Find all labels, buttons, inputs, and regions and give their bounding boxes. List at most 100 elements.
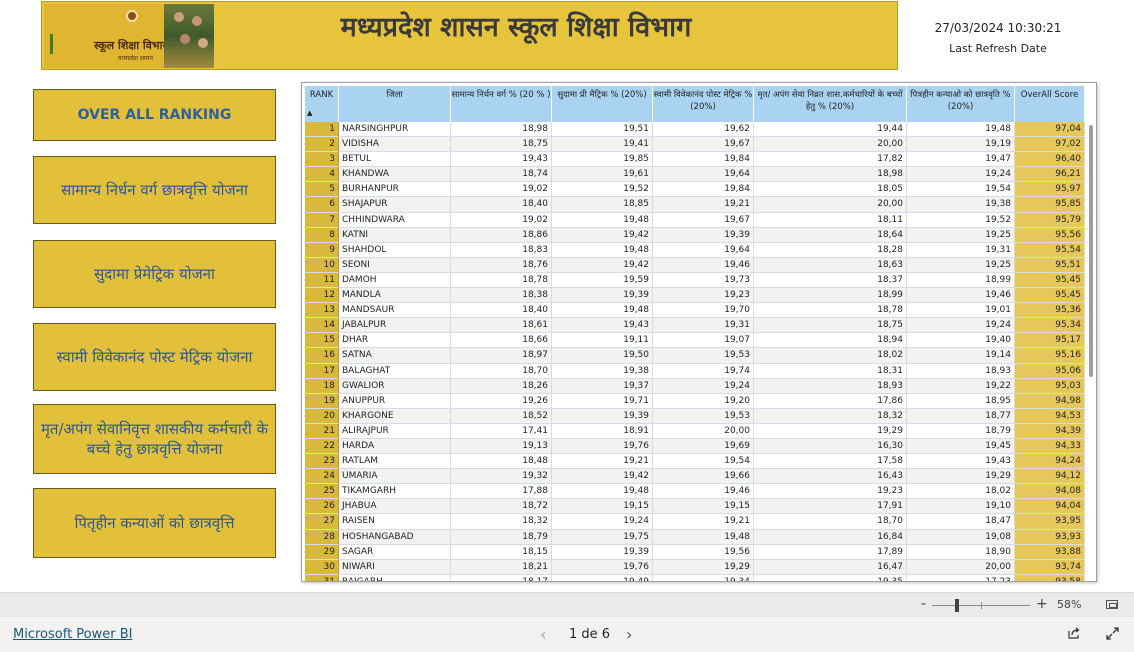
table-cell: 19,67 [653, 137, 754, 153]
table-cell: 18,38 [451, 288, 552, 304]
table-row[interactable]: 10 SEONI 18,76 19,42 19,46 18,63 19,25 95,51 [305, 257, 1085, 273]
table-row[interactable]: 5 BURHANPUR 19,02 19,52 19,84 18,05 19,54 95,97 [305, 182, 1085, 198]
header-banner: स्कूल शिक्षा विभाग मध्यप्रदेश शासन मध्यप… [41, 1, 898, 70]
sudama-prematric-button[interactable]: सुदामा प्रेमेट्रिक योजना [33, 240, 276, 308]
overall-ranking-button[interactable]: OVER ALL RANKING [33, 89, 276, 141]
zoom-out-button[interactable]: - [921, 596, 926, 612]
table-cell: 95,45 [1015, 288, 1085, 304]
ranking-table[interactable]: RANK जिला सामान्य निर्धन वर्ग % (20 % ) सुद… [301, 82, 1097, 582]
column-header[interactable]: सुदामा प्री मैट्रिक % (20%) [552, 86, 653, 122]
swami-vivekanand-postmatric-button[interactable]: स्वामी विवेकानंद पोस्ट मेट्रिक योजना [33, 323, 276, 391]
table-row[interactable]: 4 KHANDWA 18,74 19,61 19,64 18,98 19,24 96,21 [305, 167, 1085, 183]
table-row[interactable]: 30 NIWARI 18,21 19,76 19,29 16,47 20,00 93,74 [305, 559, 1085, 575]
table-cell: 19,35 [754, 574, 907, 581]
column-header[interactable]: स्वामी विवेकानंद पोस्ट मेट्रिक % (20%) [653, 86, 754, 122]
column-header[interactable]: जिला [339, 86, 451, 122]
table-cell: 20,00 [754, 137, 907, 153]
column-header[interactable]: मृत/ अपंग सेवा निव्रत शास.कर्मचारियों के… [754, 86, 907, 122]
column-header[interactable]: सामान्य निर्धन वर्ग % (20 % ) [451, 86, 552, 122]
table-cell: 18,72 [451, 499, 552, 515]
table-row[interactable]: 1 NARSINGHPUR 18,98 19,51 19,62 19,44 19,48 97,… [305, 122, 1085, 138]
sort-ascending-icon[interactable]: ▲ [307, 109, 312, 117]
table-cell: 19,42 [552, 227, 653, 243]
table-row[interactable]: 3 BETUL 19,43 19,85 19,84 17,82 19,47 96,40 [305, 152, 1085, 168]
vertical-scrollbar[interactable] [1088, 123, 1094, 581]
table-row[interactable]: 15 DHAR 18,66 19,11 19,07 18,94 19,40 95,17 [305, 333, 1085, 349]
table-cell: 94,24 [1015, 454, 1085, 470]
table-cell: 18,86 [451, 227, 552, 243]
table-cell: 93,74 [1015, 559, 1085, 575]
table-row[interactable]: 14 JABALPUR 18,61 19,43 19,31 18,75 19,24 95,34 [305, 318, 1085, 334]
table-cell: MANDSAUR [339, 303, 451, 319]
table-cell: GWALIOR [339, 378, 451, 394]
table-cell: 18,93 [754, 378, 907, 394]
table-row[interactable]: 31 RAJGARH 18,17 19,49 19,34 19,35 17,23 93,58 [305, 574, 1085, 581]
table-cell: 19,29 [754, 423, 907, 439]
table-row[interactable]: 9 SHAHDOL 18,83 19,48 19,64 18,28 19,31 95,54 [305, 242, 1085, 258]
table-cell: RAJGARH [339, 574, 451, 581]
table-row[interactable]: 29 SAGAR 18,15 19,39 19,56 17,89 18,90 93,88 [305, 544, 1085, 560]
table-row[interactable]: 7 CHHINDWARA 19,02 19,48 19,67 18,11 19,52 95,7… [305, 212, 1085, 228]
table-cell: 18,21 [451, 559, 552, 575]
table-row[interactable]: 12 MANDLA 18,38 19,39 19,23 18,99 19,46 95,45 [305, 288, 1085, 304]
table-row[interactable]: 13 MANDSAUR 18,40 19,48 19,70 18,78 19,01 95,36 [305, 303, 1085, 319]
table-cell: ANUPPUR [339, 393, 451, 409]
table-cell: 96,40 [1015, 152, 1085, 168]
previous-page-button[interactable]: ‹ [540, 625, 546, 644]
fatherless-girls-scholarship-button[interactable]: पितृहीन कन्याओं को छात्रवृत्ति [33, 488, 276, 558]
table-cell: 94,12 [1015, 469, 1085, 485]
table-cell: 19,71 [552, 393, 653, 409]
next-page-button[interactable]: › [626, 625, 632, 644]
share-icon[interactable] [1068, 627, 1080, 639]
table-cell: 95,85 [1015, 197, 1085, 213]
table-row[interactable]: 23 RATLAM 18,48 19,21 19,54 17,58 19,43 94,24 [305, 454, 1085, 470]
table-row[interactable]: 22 HARDA 19,13 19,76 19,69 16,30 19,45 94,33 [305, 438, 1085, 455]
table-cell: 20,00 [907, 559, 1015, 575]
table-row[interactable]: 21 ALIRAJPUR 17,41 18,91 20,00 19,29 18,79 94,3… [305, 423, 1085, 439]
table-cell: 19,46 [907, 288, 1015, 304]
table-cell: 19,31 [907, 242, 1015, 258]
general-poor-scholarship-button[interactable]: सामान्य निर्धन वर्ग छात्रवृत्ति योजना [33, 156, 276, 224]
table-cell: 6 [305, 197, 339, 213]
table-row[interactable]: 8 KATNI 18,86 19,42 19,39 18,64 19,25 95,56 [305, 227, 1085, 243]
table-row[interactable]: 11 DAMOH 18,78 19,59 19,73 18,37 18,99 95,45 [305, 272, 1085, 289]
table-cell: 19,45 [907, 438, 1015, 455]
deceased-disabled-employee-children-button[interactable]: मृत/अपंग सेवानिवृत्त शासकीय कर्मचारी के … [33, 404, 276, 474]
table-row[interactable]: 20 KHARGONE 18,52 19,39 19,53 18,32 18,77 94,53 [305, 408, 1085, 424]
fullscreen-icon[interactable] [1106, 627, 1119, 640]
table-row[interactable]: 24 UMARIA 19,32 19,42 19,66 16,43 19,29 94,12 [305, 469, 1085, 485]
column-header[interactable]: पित्रहीन कन्याओ को छात्रवृति % (20%) [907, 86, 1015, 122]
table-row[interactable]: 18 GWALIOR 18,26 19,37 19,24 18,93 19,22 95,03 [305, 378, 1085, 394]
table-row[interactable]: 28 HOSHANGABAD 18,79 19,75 19,48 16,84 19,08 93… [305, 529, 1085, 545]
zoom-slider-tick [981, 602, 982, 609]
zoom-slider-thumb[interactable] [955, 599, 959, 612]
table-row[interactable]: 2 VIDISHA 18,75 19,41 19,67 20,00 19,19 97,02 [305, 137, 1085, 153]
table-cell: 18,77 [907, 408, 1015, 424]
table-cell: 3 [305, 152, 339, 168]
table-row[interactable]: 26 JHABUA 18,72 19,15 19,15 17,91 19,10 94,04 [305, 499, 1085, 515]
table-cell: 11 [305, 272, 339, 289]
table-row[interactable]: 27 RAISEN 18,32 19,24 19,21 18,70 18,47 93,95 [305, 514, 1085, 530]
table-cell: 13 [305, 303, 339, 319]
scrollbar-thumb[interactable] [1089, 125, 1093, 377]
power-bi-link[interactable]: Microsoft Power BI [13, 627, 132, 642]
table-cell: 19,10 [907, 499, 1015, 515]
table-row[interactable]: 19 ANUPPUR 19,26 19,71 19,20 17,86 18,95 94,98 [305, 393, 1085, 409]
table-cell: 19,48 [552, 484, 653, 500]
table-cell: 19,47 [907, 152, 1015, 168]
table-cell: 19,39 [552, 408, 653, 424]
table-row[interactable]: 17 BALAGHAT 18,70 19,38 19,74 18,31 18,93 95,06 [305, 363, 1085, 379]
zoom-level: 58% [1057, 598, 1082, 611]
table-cell: 95,36 [1015, 303, 1085, 319]
table-cell: 18,83 [451, 242, 552, 258]
table-cell: 19,53 [653, 348, 754, 364]
table-row[interactable]: 6 SHAJAPUR 18,40 18,85 19,21 20,00 19,38 95,85 [305, 197, 1085, 213]
zoom-in-button[interactable]: + [1036, 596, 1048, 612]
table-row[interactable]: 25 TIKAMGARH 17,88 19,48 19,46 19,23 18,02 94,0… [305, 484, 1085, 500]
table-row[interactable]: 16 SATNA 18,97 19,50 19,53 18,02 19,14 95,16 [305, 348, 1085, 364]
table-cell: 2 [305, 137, 339, 153]
table-cell: 17,86 [754, 393, 907, 409]
fit-to-page-icon[interactable] [1106, 600, 1118, 609]
column-header[interactable]: OverAll Score [1015, 86, 1085, 122]
table-cell: 94,08 [1015, 484, 1085, 500]
